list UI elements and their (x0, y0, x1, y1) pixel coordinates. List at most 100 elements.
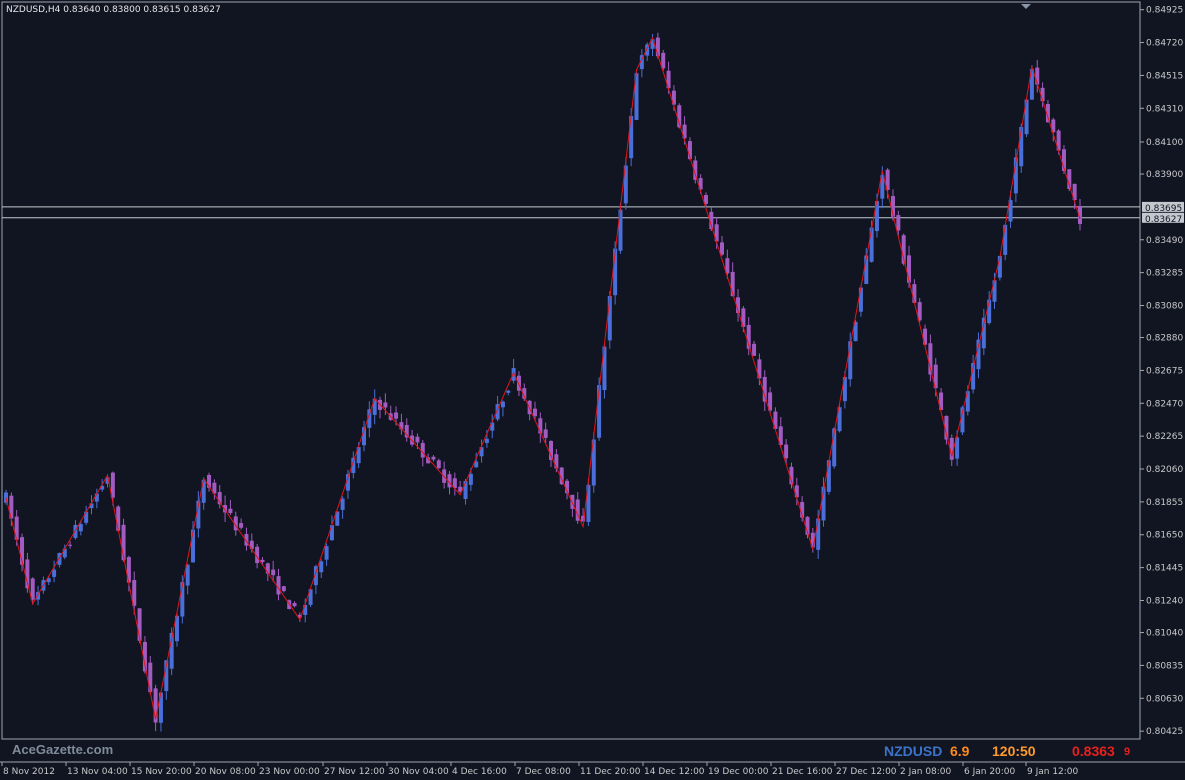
price-tick-label: 0.82060 (1146, 465, 1183, 475)
watermark: AceGazette.com (12, 742, 114, 757)
time-tick-label: 19 Dec 00:00 (708, 767, 769, 777)
price-tick-label: 0.84100 (1146, 138, 1183, 148)
candles (4, 32, 1082, 732)
price-tick-label: 0.82880 (1146, 334, 1183, 344)
candle-body (500, 401, 505, 408)
price-tick-label: 0.83490 (1146, 236, 1183, 246)
zigzag-line (5, 36, 1081, 720)
candle-body (84, 511, 89, 523)
time-axis: 8 Nov 2012 13 Nov 04:00 15 Nov 20:00 20 Nov… (1, 762, 1079, 777)
candle-body (36, 592, 41, 600)
candle-body (506, 390, 511, 393)
time-tick-label: 20 Nov 08:00 (195, 767, 256, 777)
time-tick-label: 8 Nov 2012 (3, 767, 55, 777)
price-level-label: 0.83627 (1145, 215, 1182, 225)
chart-frame (0, 1, 1185, 763)
candle-body (329, 525, 334, 541)
candle-body (303, 604, 308, 615)
price-tick-label: 0.81650 (1146, 531, 1183, 541)
candle-body (372, 398, 377, 415)
candle-body (1003, 224, 1008, 255)
candle-body (532, 408, 537, 417)
price-tick-label: 0.81445 (1146, 564, 1183, 574)
time-tick-label: 11 Dec 20:00 (580, 767, 641, 777)
candle-body (826, 460, 831, 492)
chart-title: NZDUSD,H4 0.83640 0.83800 0.83615 0.8362… (6, 5, 221, 15)
time-tick-label: 21 Dec 16:00 (772, 767, 833, 777)
candle-body (319, 561, 324, 573)
candle-body (281, 586, 286, 592)
candle-body (340, 498, 345, 510)
price-tick-label: 0.83285 (1146, 269, 1183, 279)
candle-body (94, 493, 99, 502)
price-tick-label: 0.81040 (1146, 629, 1183, 639)
candle-body (68, 544, 73, 546)
candle-body (324, 546, 329, 560)
candle-body (762, 376, 767, 402)
candle-body (468, 473, 473, 485)
status-symbol: NZDUSD (884, 743, 943, 759)
candle-body (292, 603, 297, 607)
candle-body (549, 440, 554, 460)
candle-body (511, 368, 516, 381)
price-level-label: 0.83695 (1145, 204, 1182, 214)
candle-body (239, 523, 244, 528)
candle-body (228, 508, 233, 514)
horizontal-lines: 0.836950.83627 (2, 201, 1184, 225)
candle-body (431, 456, 436, 460)
price-tick-label: 0.81855 (1146, 498, 1183, 508)
candle-body (784, 444, 789, 459)
candle-body (752, 343, 757, 356)
time-tick-label: 27 Dec 12:00 (836, 767, 897, 777)
candle-body (436, 460, 441, 469)
candle-body (4, 492, 8, 503)
price-tick-label: 0.84720 (1146, 39, 1183, 49)
candle-body (260, 559, 265, 562)
time-tick-label: 7 Dec 08:00 (516, 767, 571, 777)
time-tick-label: 27 Nov 12:00 (324, 767, 385, 777)
candle-body (420, 442, 425, 458)
price-tick-label: 0.82675 (1146, 366, 1183, 376)
status-timer: 120:50 (992, 743, 1036, 759)
candle-body (73, 524, 78, 538)
candle-body (78, 524, 83, 532)
shift-marker-icon[interactable] (1021, 4, 1031, 9)
candle-body (629, 115, 634, 159)
price-tick-label: 0.81240 (1146, 596, 1183, 606)
time-tick-label: 6 Jan 20:00 (964, 767, 1016, 777)
candle-body (271, 569, 276, 576)
candle-body (869, 227, 874, 262)
time-tick-label: 2 Jan 08:00 (900, 767, 952, 777)
zigzag-indicator (5, 36, 1081, 720)
status-price-digit: 9 (1124, 746, 1131, 758)
time-tick-label: 13 Nov 04:00 (67, 767, 128, 777)
time-tick-label: 30 Nov 04:00 (388, 767, 449, 777)
price-tick-label: 0.83080 (1146, 301, 1183, 311)
time-tick-label: 14 Dec 12:00 (644, 767, 705, 777)
time-tick-label: 15 Nov 20:00 (131, 767, 192, 777)
time-tick-label: 9 Jan 12:00 (1027, 767, 1079, 777)
candle-body (858, 287, 863, 312)
candle-body (62, 548, 67, 558)
price-axis: 0.84925 0.84720 0.84515 0.84310 0.84100 0.839… (1140, 6, 1183, 737)
time-tick-label: 23 Nov 00:00 (259, 767, 320, 777)
price-tick-label: 0.80835 (1146, 661, 1183, 671)
candle-body (52, 569, 57, 577)
price-tick-label: 0.84925 (1146, 6, 1183, 16)
status-spread: 6.9 (950, 743, 970, 759)
price-tick-label: 0.80630 (1146, 694, 1183, 704)
candle-body (484, 438, 489, 444)
price-tick-label: 0.82265 (1146, 432, 1183, 442)
status-price: 0.8363 (1072, 743, 1115, 759)
time-tick-label: 4 Dec 16:00 (452, 767, 507, 777)
candle-body (276, 576, 281, 595)
candle-body (415, 436, 420, 443)
candle-body (383, 402, 388, 408)
price-tick-label: 0.82470 (1146, 399, 1183, 409)
candle-body (148, 662, 153, 693)
plot-border (1, 1, 1141, 740)
candle-body (720, 242, 724, 255)
candle-body (607, 295, 612, 341)
candle-body (896, 215, 901, 231)
price-chart[interactable]: 0.836950.83627 0.849250.847200.845150.84… (0, 0, 1185, 780)
